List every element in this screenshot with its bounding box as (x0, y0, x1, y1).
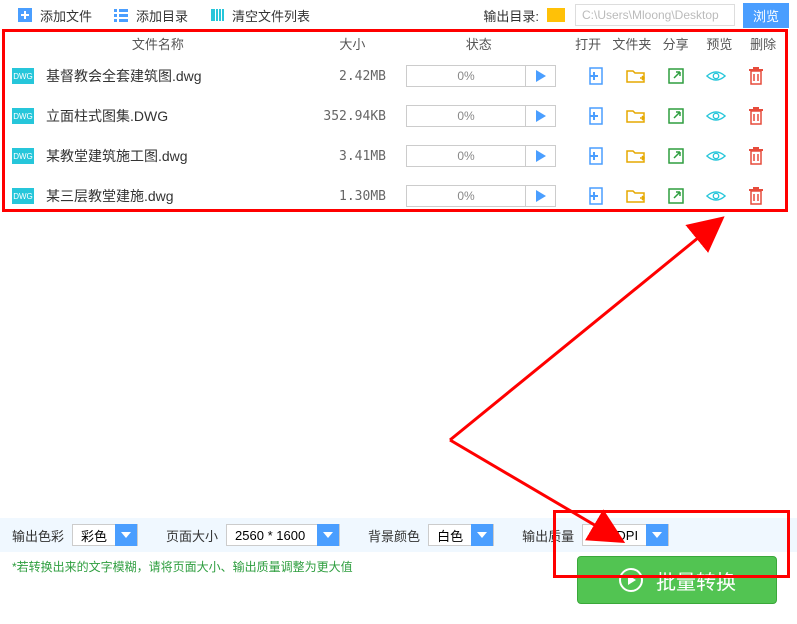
start-button[interactable] (526, 105, 556, 127)
open-folder-icon[interactable] (626, 66, 646, 86)
clear-list-button[interactable]: 清空文件列表 (200, 3, 318, 28)
bg-color-select[interactable]: 白色 (428, 524, 494, 546)
play-circle-icon (618, 567, 644, 593)
delete-trash-icon[interactable] (746, 66, 766, 86)
dwg-badge: DWG (12, 148, 34, 164)
file-list: DWG 基督教会全套建筑图.dwg 2.42MB 0% DWG 立面柱式图集.D… (0, 56, 797, 216)
file-name: 某三层教堂建施.dwg (46, 186, 306, 206)
table-row: DWG 基督教会全套建筑图.dwg 2.42MB 0% (0, 56, 797, 96)
preview-eye-icon[interactable] (706, 66, 726, 86)
table-row: DWG 立面柱式图集.DWG 352.94KB 0% (0, 96, 797, 136)
batch-convert-button[interactable]: 批量转换 (577, 556, 777, 604)
file-size: 352.94KB (306, 109, 406, 124)
dwg-badge: DWG (12, 68, 34, 84)
progress-bar: 0% (406, 185, 526, 207)
file-name: 基督教会全套建筑图.dwg (46, 66, 306, 86)
chevron-down-icon (317, 524, 339, 546)
output-dir-label: 输出目录: (483, 6, 539, 25)
share-icon[interactable] (666, 146, 686, 166)
open-file-icon[interactable] (586, 186, 606, 206)
start-button[interactable] (526, 145, 556, 167)
share-icon[interactable] (666, 66, 686, 86)
list-icon (112, 6, 130, 24)
file-size: 3.41MB (306, 149, 406, 164)
table-row: DWG 某教堂建筑施工图.dwg 3.41MB 0% (0, 136, 797, 176)
header-name: 文件名称 (12, 34, 304, 53)
file-size: 2.42MB (306, 69, 406, 84)
progress-bar: 0% (406, 145, 526, 167)
bg-label: 背景颜色 (368, 526, 420, 545)
quality-select[interactable]: 600 DPI (582, 524, 669, 546)
preview-eye-icon[interactable] (706, 146, 726, 166)
open-file-icon[interactable] (586, 146, 606, 166)
open-file-icon[interactable] (586, 66, 606, 86)
share-icon[interactable] (666, 106, 686, 126)
clear-list-label: 清空文件列表 (232, 6, 310, 25)
chevron-down-icon (471, 524, 493, 546)
header-delete: 删除 (741, 34, 785, 53)
add-file-icon (16, 6, 34, 24)
clear-icon (208, 6, 226, 24)
open-folder-icon[interactable] (626, 106, 646, 126)
add-dir-label: 添加目录 (136, 6, 188, 25)
annotation-arrows (380, 160, 780, 560)
preview-eye-icon[interactable] (706, 106, 726, 126)
add-dir-button[interactable]: 添加目录 (104, 3, 196, 28)
hint-text: *若转换出来的文字模糊，请将页面大小、输出质量调整为更大值 (12, 558, 353, 575)
share-icon[interactable] (666, 186, 686, 206)
page-size-select[interactable]: 2560 * 1600 (226, 524, 340, 546)
output-path-field[interactable]: C:\Users\Mloong\Desktop (575, 4, 735, 26)
folder-icon (547, 8, 565, 22)
header-folder: 文件夹 (610, 34, 654, 53)
header-status: 状态 (401, 34, 557, 53)
page-label: 页面大小 (166, 526, 218, 545)
header-share: 分享 (654, 34, 698, 53)
add-file-label: 添加文件 (40, 6, 92, 25)
delete-trash-icon[interactable] (746, 106, 766, 126)
start-button[interactable] (526, 185, 556, 207)
header-open: 打开 (566, 34, 610, 53)
progress-bar: 0% (406, 65, 526, 87)
toolbar: 添加文件 添加目录 清空文件列表 输出目录: C:\Users\Mloong\D… (0, 0, 797, 30)
dwg-badge: DWG (12, 188, 34, 204)
quality-label: 输出质量 (522, 526, 574, 545)
add-file-button[interactable]: 添加文件 (8, 3, 100, 28)
delete-trash-icon[interactable] (746, 186, 766, 206)
table-row: DWG 某三层教堂建施.dwg 1.30MB 0% (0, 176, 797, 216)
chevron-down-icon (115, 524, 137, 546)
preview-eye-icon[interactable] (706, 186, 726, 206)
delete-trash-icon[interactable] (746, 146, 766, 166)
browse-button[interactable]: 浏览 (743, 3, 789, 28)
header-preview: 预览 (697, 34, 741, 53)
open-file-icon[interactable] (586, 106, 606, 126)
footer: *若转换出来的文字模糊，请将页面大小、输出质量调整为更大值 批量转换 (0, 552, 797, 624)
chevron-down-icon (646, 524, 668, 546)
settings-bar: 输出色彩 彩色 页面大小 2560 * 1600 背景颜色 白色 输出质量 60… (0, 518, 797, 552)
file-size: 1.30MB (306, 189, 406, 204)
header-size: 大小 (304, 34, 401, 53)
color-select[interactable]: 彩色 (72, 524, 138, 546)
open-folder-icon[interactable] (626, 186, 646, 206)
open-folder-icon[interactable] (626, 146, 646, 166)
start-button[interactable] (526, 65, 556, 87)
file-name: 某教堂建筑施工图.dwg (46, 146, 306, 166)
file-name: 立面柱式图集.DWG (46, 106, 306, 126)
dwg-badge: DWG (12, 108, 34, 124)
progress-bar: 0% (406, 105, 526, 127)
table-header: 文件名称 大小 状态 打开 文件夹 分享 预览 删除 (0, 30, 797, 56)
convert-label: 批量转换 (656, 566, 736, 595)
color-label: 输出色彩 (12, 526, 64, 545)
